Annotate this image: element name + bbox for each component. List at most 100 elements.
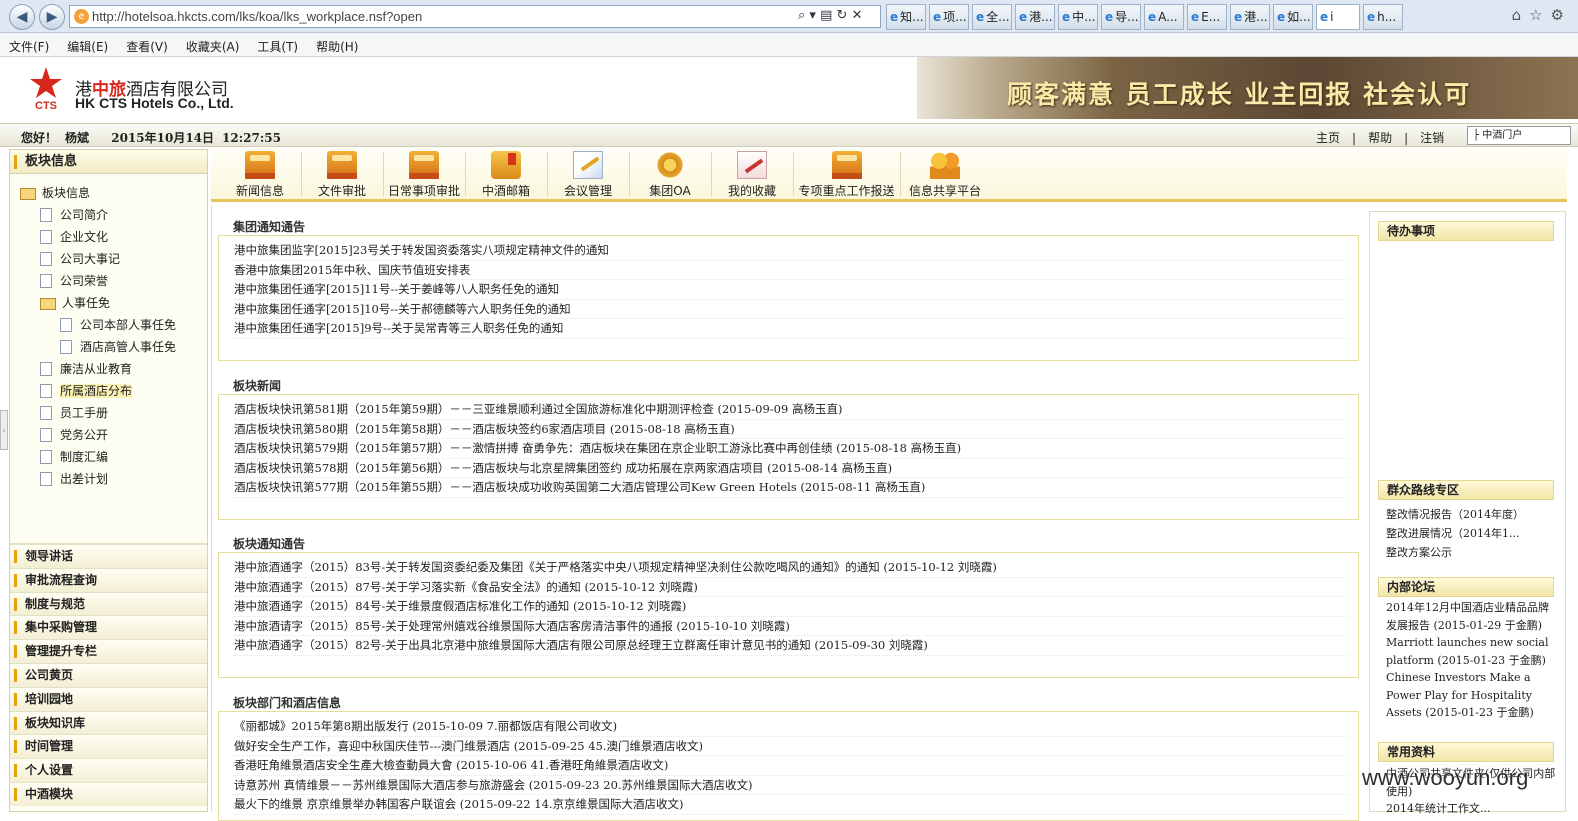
tree-node[interactable]: 板块信息 <box>20 182 207 204</box>
toolbar-mailbox-button[interactable]: 中酒邮箱 <box>465 151 547 199</box>
compat-icon[interactable]: ▤ <box>820 8 832 23</box>
sidebar-module[interactable]: 审批流程查询 <box>10 567 207 592</box>
notice-link[interactable]: 港中旅酒请字（2015）85号-关于处理常州嬉戏谷维景国际大酒店客房清洁事件的通… <box>234 617 1348 637</box>
sidebar-module[interactable]: 管理提升专栏 <box>10 639 207 663</box>
tree-node[interactable]: 人事任免 <box>20 292 207 314</box>
tree-node[interactable]: 酒店高管人事任免 <box>20 336 207 358</box>
notice-link[interactable]: 港中旅集团任通字[2015]11号--关于姜峰等八人职务任免的通知 <box>234 280 1348 300</box>
sidebar-module[interactable]: 时间管理 <box>10 734 207 759</box>
star-icon[interactable]: ☆ <box>1529 6 1550 24</box>
toolbar-favorites-button[interactable]: 我的收藏 <box>711 151 793 199</box>
browser-tab[interactable]: e 如... <box>1273 4 1313 30</box>
browser-tab[interactable]: e 港... <box>1230 4 1270 30</box>
panel-link[interactable]: 整改方案公示 <box>1386 543 1556 562</box>
sidebar-module[interactable]: 领导讲话 <box>10 544 207 568</box>
top-link[interactable]: 主页 <box>1316 131 1340 145</box>
browser-tab[interactable]: e 全... <box>972 4 1012 30</box>
sidebar-module[interactable]: 板块知识库 <box>10 710 207 735</box>
stop-icon[interactable]: ✕ <box>852 8 863 23</box>
top-link[interactable]: 注销 <box>1420 131 1444 145</box>
browser-tab[interactable]: e 知... <box>886 4 926 30</box>
notice-link[interactable]: 港中旅酒通字（2015）83号-关于转发国资委纪委及集团《关于严格落实中央八项规… <box>234 558 1348 578</box>
sidebar-module[interactable]: 制度与规范 <box>10 591 207 616</box>
browser-tab[interactable]: e 项... <box>929 4 969 30</box>
panel-link[interactable]: Chinese Investors Make a Power Play for … <box>1386 669 1556 722</box>
browser-tab[interactable]: e 中... <box>1058 4 1098 30</box>
back-button[interactable]: ◀ <box>9 4 35 30</box>
panel-link[interactable]: Marriott launches new social platform (2… <box>1386 634 1556 669</box>
dropdown-icon[interactable]: ▾ <box>809 8 816 23</box>
gear-icon[interactable]: ⚙ <box>1551 6 1572 24</box>
notice-link[interactable]: 最火下的维景 京京维景举办韩国客户联谊会 (2015-09-22 14.京京维景… <box>234 795 1348 815</box>
notice-link[interactable]: 港中旅酒通字（2015）87号-关于学习落实新《食品安全法》的通知 (2015-… <box>234 578 1348 598</box>
tab-favicon-icon: e <box>1367 10 1376 24</box>
notice-link[interactable]: 酒店板块快讯第578期（2015年第56期）－－酒店板块与北京星牌集团签约 成功… <box>234 459 1348 479</box>
tree-node[interactable]: 党务公开 <box>20 424 207 446</box>
tab-favicon-icon: e <box>1148 10 1157 24</box>
search-icon[interactable]: ⌕ <box>798 8 805 23</box>
tree-node-label: 公司本部人事任免 <box>80 318 177 332</box>
tree-node[interactable]: 员工手册 <box>20 402 207 424</box>
notice-link[interactable]: 酒店板块快讯第579期（2015年第57期）－－激情拼搏 奋勇争先：酒店板块在集… <box>234 439 1348 459</box>
notice-link[interactable]: 《丽都城》2015年第8期出版发行 (2015-10-09 7.丽都饭店有限公司… <box>234 717 1348 737</box>
refresh-icon[interactable]: ↻ <box>837 8 848 23</box>
notice-link[interactable]: 港中旅酒通字（2015）82号-关于出具北京港中旅维景国际大酒店有限公司原总经理… <box>234 636 1348 656</box>
toolbar-daily-approval-button[interactable]: 日常事项审批 <box>383 151 465 199</box>
toolbar-file-approval-button[interactable]: 文件审批 <box>301 151 383 199</box>
notice-link[interactable]: 做好安全生产工作，喜迎中秋国庆佳节---澳门维景酒店 (2015-09-25 4… <box>234 737 1348 757</box>
notice-link[interactable]: 酒店板块快讯第577期（2015年第55期）－－酒店板块成功收购英国第二大酒店管… <box>234 478 1348 498</box>
notice-link[interactable]: 酒店板块快讯第581期（2015年第59期）－－三亚维景顺利通过全国旅游标准化中… <box>234 400 1348 420</box>
toolbar-label: 我的收藏 <box>727 184 776 198</box>
tree-node[interactable]: 企业文化 <box>20 226 207 248</box>
menu-item[interactable]: 查看(V) <box>117 33 177 55</box>
sidebar-module[interactable]: 公司黄页 <box>10 662 207 687</box>
notice-link[interactable]: 港中旅集团任通字[2015]10号--关于郝德麟等六人职务任免的通知 <box>234 300 1348 320</box>
tree-node[interactable]: 制度汇编 <box>20 446 207 468</box>
sidebar-module[interactable]: 中酒模块 <box>10 781 207 806</box>
portal-select[interactable]: ├ 中酒门户 <box>1467 126 1571 145</box>
menu-item[interactable]: 工具(T) <box>248 33 307 55</box>
browser-tab[interactable]: e 导... <box>1101 4 1141 30</box>
browser-tab[interactable]: e h... <box>1363 4 1403 30</box>
panel-link[interactable]: 整改进展情况（2014年1... <box>1386 524 1556 543</box>
notice-link[interactable]: 港中旅集团监字[2015]23号关于转发国资委落实八项规定精神文件的通知 <box>234 241 1348 261</box>
panel-link[interactable]: 2014年统计工作文... <box>1386 800 1556 818</box>
forward-button[interactable]: ▶ <box>39 4 65 30</box>
browser-tab[interactable]: e E... <box>1187 4 1227 30</box>
menu-item[interactable]: 帮助(H) <box>307 33 367 55</box>
toolbar-report-book-button[interactable]: 专项重点工作报送 <box>793 151 900 199</box>
toolbar-news-book-button[interactable]: 新闻信息 <box>219 151 301 199</box>
notice-link[interactable]: 港中旅集团任通字[2015]9号--关于吴常青等三人职务任免的通知 <box>234 319 1348 339</box>
tree-node[interactable]: 所属酒店分布 <box>20 380 207 402</box>
address-bar[interactable]: e http://hotelsoa.hkcts.com/lks/koa/lks_… <box>69 5 881 28</box>
sidebar-module[interactable]: 个人设置 <box>10 758 207 782</box>
home-icon[interactable]: ⌂ <box>1512 6 1530 24</box>
notice-link[interactable]: 诗意苏州 真情维景－－苏州维景国际大酒店参与旅游盛会 (2015-09-23 2… <box>234 776 1348 796</box>
notice-link[interactable]: 酒店板块快讯第580期（2015年第58期）－－酒店板块签约6家酒店项目 (20… <box>234 420 1348 440</box>
menu-item[interactable]: 编辑(E) <box>58 33 117 55</box>
tree-node[interactable]: 公司简介 <box>20 204 207 226</box>
top-link[interactable]: 帮助 <box>1368 131 1392 145</box>
panel-link[interactable]: 整改情况报告（2014年度） <box>1386 505 1556 524</box>
sidebar-module[interactable]: 集中采购管理 <box>10 615 207 640</box>
tree-node[interactable]: 公司本部人事任免 <box>20 314 207 336</box>
tree-node[interactable]: 出差计划 <box>20 468 207 490</box>
menu-item[interactable]: 文件(F) <box>0 33 58 55</box>
sidebar-module[interactable]: 培训园地 <box>10 686 207 711</box>
tree-node[interactable]: 公司大事记 <box>20 248 207 270</box>
browser-tab[interactable]: e 港... <box>1015 4 1055 30</box>
notice-link[interactable]: 香港中旅集团2015年中秋、国庆节值班安排表 <box>234 261 1348 281</box>
tree-node-label: 公司荣誉 <box>60 274 109 288</box>
toolbar-meeting-button[interactable]: 会议管理 <box>547 151 629 199</box>
toolbar-people-button[interactable]: 信息共享平台 <box>900 151 990 199</box>
browser-tab[interactable]: e A... <box>1144 4 1184 30</box>
menu-item[interactable]: 收藏夹(A) <box>177 33 249 55</box>
browser-tab[interactable]: ei <box>1316 4 1360 30</box>
notice-link[interactable]: 香港旺角維景酒店安全生產大檢查動員大會 (2015-10-06 41.香港旺角維… <box>234 756 1348 776</box>
notice-link[interactable]: 港中旅酒通字（2015）84号-关于维景度假酒店标准化工作的通知 (2015-1… <box>234 597 1348 617</box>
tree-node[interactable]: 廉洁从业教育 <box>20 358 207 380</box>
collapse-sidebar-handle[interactable]: ‹ <box>0 410 8 450</box>
toolbar-gear-button[interactable]: 集团OA <box>629 151 711 199</box>
panel-link[interactable]: 2014年12月中国酒店业精品品牌发展报告 (2015-01-29 于金鹏) <box>1386 599 1556 634</box>
tree-node[interactable]: 公司荣誉 <box>20 270 207 292</box>
